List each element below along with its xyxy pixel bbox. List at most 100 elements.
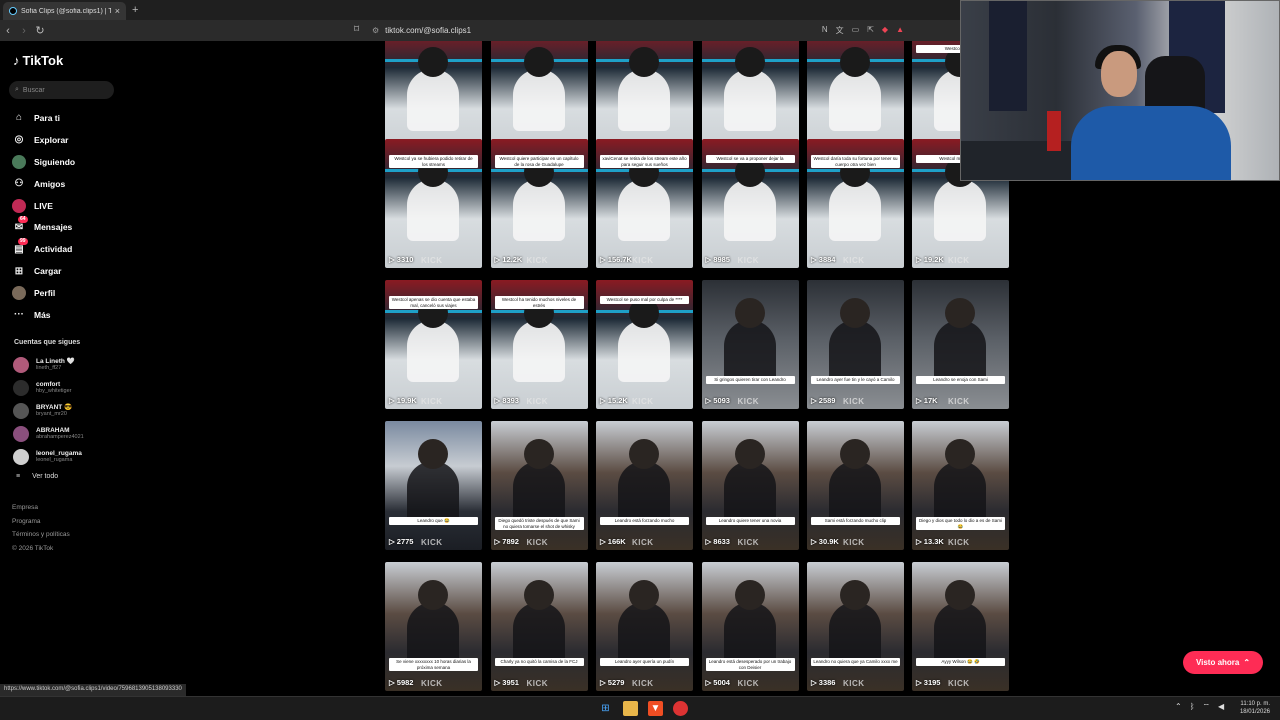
new-tab-icon[interactable]: + xyxy=(132,4,138,16)
video-card[interactable]: xaviCenat se retira de los stream este a… xyxy=(596,139,693,268)
nav-item-2[interactable]: Siguiendo xyxy=(12,151,122,173)
brave-rewards-icon[interactable]: ▲ xyxy=(896,25,904,36)
close-tab-icon[interactable]: × xyxy=(115,6,120,16)
nav-item-7[interactable]: ⊞ Cargar xyxy=(12,260,122,282)
wifi-icon[interactable]: ⌔ xyxy=(1203,702,1211,712)
nav-item-0[interactable]: ⌂ Para ti xyxy=(12,107,122,129)
view-count: ▷ 17K xyxy=(916,396,938,405)
video-card[interactable]: Diego y dios que todo lo dio a es de Sam… xyxy=(912,421,1009,550)
nav-item-1[interactable]: ◎ Explorar xyxy=(12,129,122,151)
video-card[interactable]: Leandro está desesperado por un trabajo … xyxy=(701,562,799,691)
footer-link[interactable]: Programa xyxy=(12,518,70,532)
translate-icon[interactable]: 文 xyxy=(836,25,844,36)
view-count: ▷ 7892 xyxy=(495,537,519,546)
video-card[interactable]: Charly ya no quitó la camisa de la FCJ KI… xyxy=(490,562,588,691)
following-account[interactable]: BRYANT 😎 bryant_mr20 xyxy=(13,399,123,422)
account-name: leonel_rugama xyxy=(36,449,82,457)
site-info-icon[interactable]: ⚙ xyxy=(372,26,379,35)
video-card[interactable]: Leandro ayer fue tin y le cayó a Camilo K… xyxy=(807,280,904,409)
volume-icon[interactable]: ◀ xyxy=(1218,702,1224,712)
pip-icon[interactable]: ▭ xyxy=(852,25,860,36)
browser-tab[interactable]: Sofia Clips (@sofia.clips1) | TikTok × xyxy=(3,2,126,20)
windows-start-icon[interactable]: ⊞ xyxy=(598,701,613,716)
brave-shield-icon[interactable]: ◆ xyxy=(882,25,888,36)
bluetooth-icon[interactable]: ᛒ xyxy=(1190,702,1195,712)
video-card[interactable]: Westcol ha tenido muchos niveles de estr… xyxy=(490,280,588,409)
video-card[interactable]: Se viene xxxxxxxx 10 horas diarias la pr… xyxy=(385,562,482,691)
video-card[interactable]: Leandro está forzando mucho KICK ▷ 166K xyxy=(596,421,693,550)
watch-now-button[interactable]: Visto ahora ⌃ xyxy=(1183,651,1263,674)
nav-item-6[interactable]: ▤ 99 Actividad xyxy=(12,238,122,260)
video-card[interactable]: Sami está forzando mucho clip KICK ▷ 30.9K xyxy=(807,421,904,550)
video-card[interactable]: Leandro quiere tener una novia KICK ▷ 8633 xyxy=(701,421,799,550)
video-caption: Westcol se va a proponer dejar la xyxy=(705,155,795,163)
view-count: ▷ 156.7K xyxy=(600,255,632,264)
see-all-button[interactable]: ≡ Ver todo xyxy=(16,473,58,480)
play-icon: ▷ xyxy=(389,537,395,546)
video-card[interactable]: Leandro se enoja con Sami KICK ▷ 17K xyxy=(912,280,1009,409)
tray-chevron-icon[interactable]: ⌃ xyxy=(1175,702,1182,712)
avatar xyxy=(13,448,29,465)
video-card[interactable]: Leandro que 😂 KICK ▷ 2775 xyxy=(385,421,482,550)
nav-item-9[interactable]: ··· Más xyxy=(12,304,122,326)
play-icon: ▷ xyxy=(494,255,501,264)
thumbnail-person xyxy=(945,580,975,610)
video-card[interactable]: Leandro ayer quería un pudín KICK ▷ 5279 xyxy=(596,562,693,691)
extension-n-icon[interactable]: N xyxy=(822,25,828,36)
video-caption: Diego y dios que todo lo dio a es de Sam… xyxy=(916,517,1005,530)
following-account[interactable]: ABRAHAM abrahamperez4021 xyxy=(13,422,123,445)
chrome-icon[interactable] xyxy=(673,701,688,716)
video-card[interactable]: Westcol ya se hubiera podido retirar de … xyxy=(385,139,482,268)
view-count-value: 5004 xyxy=(713,678,730,687)
footer-link[interactable]: Términos y políticas xyxy=(12,531,70,545)
view-count: ▷ 30.9K xyxy=(811,537,839,546)
following-account[interactable]: La Lineth 🤍 lineth_ff27 xyxy=(13,353,123,376)
share-icon[interactable]: ⇱ xyxy=(867,25,874,36)
kick-watermark: KICK xyxy=(843,679,865,688)
video-card[interactable]: Ayyy Wilson 😂 🤣 KICK ▷ 3195 xyxy=(912,562,1009,691)
back-icon[interactable]: ‹ xyxy=(0,25,16,37)
following-account[interactable]: leonel_rugama leonel_rugama xyxy=(13,445,123,468)
bookmark-icon[interactable]: ⌑ xyxy=(354,24,359,35)
video-card[interactable]: Diego quedó triste después de que Sami n… xyxy=(490,421,588,550)
nav-item-label: Mensajes xyxy=(34,222,73,233)
video-card[interactable]: Westcol quiere participar en un capítulo… xyxy=(490,139,588,268)
view-count-value: 5982 xyxy=(396,678,414,687)
kick-watermark: KICK xyxy=(948,256,970,265)
nav-item-5[interactable]: ✉ 64 Mensajes xyxy=(12,216,122,238)
brave-browser-icon[interactable]: ▼ xyxy=(648,701,663,716)
nav-item-3[interactable]: ⚇ Amigos xyxy=(12,173,122,195)
video-caption: Leandro ayer fue tin y le cayó a Camilo xyxy=(811,376,900,384)
view-count-value: 30.9K xyxy=(818,537,839,546)
forward-icon[interactable]: › xyxy=(16,25,32,37)
kick-watermark: KICK xyxy=(632,397,654,406)
tiktok-sidebar: ♪ TikTok ⌕ Buscar ⌂ Para ti ◎ Explorar Sigui… xyxy=(0,41,130,696)
video-caption: Leandro que 😂 xyxy=(389,517,478,525)
video-card[interactable]: Westcol se va a proponer dejar la KICK ▷ 89… xyxy=(701,139,799,268)
video-card[interactable]: Westcol daría toda su fortuna por tener … xyxy=(807,139,904,268)
nav-item-4[interactable]: LIVE xyxy=(12,195,122,217)
view-count-value: 19.9K xyxy=(396,396,417,405)
footer-links: Empresa Programa Términos y políticas © 202… xyxy=(12,504,70,558)
clock[interactable]: 11:10 p. m. 18/01/2026 xyxy=(1232,700,1270,716)
tiktok-logo[interactable]: ♪ TikTok xyxy=(13,53,63,68)
video-card[interactable]: Westcol apenas se dio cuenta que estaba … xyxy=(385,280,482,409)
kick-watermark: KICK xyxy=(526,679,549,688)
nav-item-8[interactable]: Perfil xyxy=(12,282,122,304)
video-caption: Charly ya no quitó la camisa de la FCJ xyxy=(494,658,584,666)
view-count-value: 12.2K xyxy=(502,255,523,264)
video-card[interactable]: Westcol se puso mal por culpa de **** KIC… xyxy=(596,280,693,409)
play-icon: ▷ xyxy=(600,678,606,687)
video-caption: Se viene xxxxxxxx 10 horas diarias la pr… xyxy=(389,658,478,671)
video-grid: KICK▷245.3KKICK▷40.6KKICK▷155.1KKICK▷653… xyxy=(385,41,1010,696)
file-explorer-icon[interactable] xyxy=(623,701,638,716)
notification-badge: 64 xyxy=(18,216,28,224)
following-heading: Cuentas que sigues xyxy=(14,339,81,346)
reload-icon[interactable]: ↻ xyxy=(32,24,48,37)
following-account[interactable]: comfort hby_whitetiger xyxy=(13,376,123,399)
video-card[interactable]: Si gringos quieren tirar con Leandro KICK… xyxy=(701,280,799,409)
footer-link[interactable]: Empresa xyxy=(12,504,70,518)
search-input[interactable]: ⌕ Buscar xyxy=(9,81,114,99)
view-count: ▷ 3386 xyxy=(811,678,835,687)
video-card[interactable]: Leandro no quiera que ya Camilo xxxx me K… xyxy=(807,562,904,691)
